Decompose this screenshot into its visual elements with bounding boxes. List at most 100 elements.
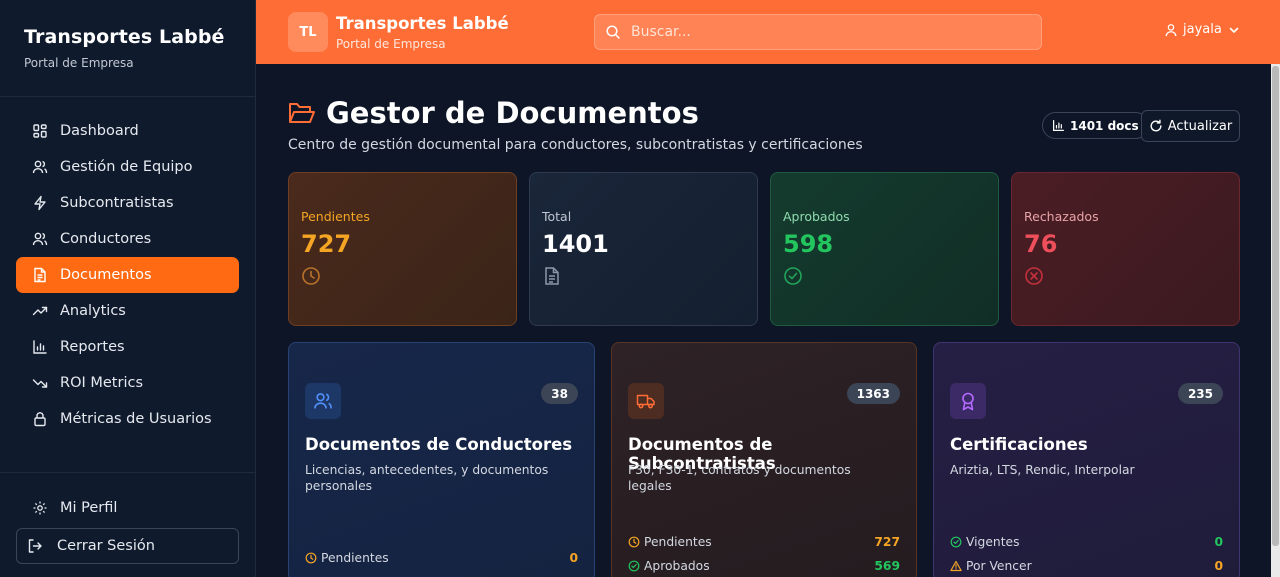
sidebar-item-roi-metrics[interactable]: ROI Metrics (16, 365, 239, 401)
stat-card-total: Total 1401 (529, 172, 758, 326)
sidebar-item-subcontratistas[interactable]: Subcontratistas (16, 185, 239, 221)
award-icon (950, 383, 986, 419)
sidebar: Transportes Labbé Portal de Empresa Dash… (0, 0, 256, 577)
check-circle-icon (628, 560, 640, 572)
stat-label: Pendientes (301, 209, 370, 224)
card-stat-label-text: Pendientes (321, 551, 389, 565)
stat-label: Rechazados (1024, 209, 1099, 224)
folder-open-icon (288, 100, 316, 126)
stat-label: Aprobados (783, 209, 850, 224)
sidebar-item-label: Conductores (60, 231, 152, 247)
user-menu[interactable]: jayala (1164, 22, 1240, 37)
card-certificaciones[interactable]: 235 Certificaciones Ariztia, LTS, Rendic… (933, 342, 1240, 577)
sidebar-item-mi-perfil[interactable]: Mi Perfil (16, 490, 239, 526)
top-header: TL Transportes Labbé Portal de Empresa j… (256, 0, 1280, 64)
card-stat-label: Pendientes (305, 551, 389, 565)
count-badge: 235 (1177, 383, 1223, 404)
card-stat-row: Vigentes 0 (950, 535, 1223, 549)
sidebar-item-metricas-usuarios[interactable]: Métricas de Usuarios (16, 401, 239, 437)
sidebar-item-label: Subcontratistas (60, 195, 174, 211)
sidebar-item-label: Dashboard (60, 123, 139, 139)
clock-icon (305, 552, 317, 564)
sidebar-item-documentos[interactable]: Documentos (16, 257, 239, 293)
brand-title: Transportes Labbé (24, 26, 225, 48)
sidebar-item-label: Analytics (60, 303, 126, 319)
card-stat-value: 569 (874, 559, 900, 573)
refresh-label: Actualizar (1167, 118, 1233, 134)
sidebar-footer: Mi Perfil Cerrar Sesión (0, 472, 255, 564)
logout-label: Cerrar Sesión (57, 538, 155, 554)
company-logo: TL (288, 12, 328, 52)
sidebar-item-analytics[interactable]: Analytics (16, 293, 239, 329)
search-icon (605, 24, 621, 40)
sidebar-nav: Dashboard Gestión de Equipo Subcontratis… (0, 97, 255, 437)
sidebar-item-conductores[interactable]: Conductores (16, 221, 239, 257)
docs-count-text: 1401 docs (1070, 118, 1139, 133)
user-icon (1164, 23, 1178, 37)
bolt-icon (32, 195, 48, 211)
stat-value: 727 (301, 230, 352, 258)
sidebar-brand: Transportes Labbé Portal de Empresa (0, 0, 255, 97)
brand-subtitle: Portal de Empresa (24, 56, 134, 70)
stat-value: 1401 (542, 230, 609, 258)
refresh-button[interactable]: Actualizar (1141, 110, 1240, 142)
card-stat-value: 0 (1214, 559, 1223, 573)
chevron-down-icon (1228, 24, 1240, 36)
trending-down-icon (32, 375, 48, 391)
card-stat-value: 727 (874, 535, 900, 549)
card-description: Ariztia, LTS, Rendic, Interpolar (950, 463, 1135, 477)
bar-chart-icon (1052, 119, 1065, 132)
card-stat-value: 0 (1214, 535, 1223, 549)
card-documentos-conductores[interactable]: 38 Documentos de Conductores Licencias, … (288, 342, 595, 577)
main-content: Gestor de Documentos Centro de gestión d… (256, 64, 1271, 577)
stat-card-aprobados: Aprobados 598 (770, 172, 999, 326)
page-title: Gestor de Documentos (288, 96, 699, 130)
scrollbar-thumb[interactable] (1272, 66, 1279, 546)
stat-value: 76 (1024, 230, 1058, 258)
bar-chart-icon (32, 339, 48, 355)
card-stat-label: Aprobados (628, 559, 710, 573)
sidebar-item-label: Reportes (60, 339, 125, 355)
card-stat-label: Pendientes (628, 535, 712, 549)
truck-icon (628, 383, 664, 419)
check-circle-icon (783, 266, 803, 286)
search-box (594, 14, 1042, 50)
card-stat-label-text: Vigentes (966, 535, 1020, 549)
card-description: Licencias, antecedentes, y documentos pe… (305, 463, 549, 493)
users-icon (32, 231, 48, 247)
dashboard-icon (32, 123, 48, 139)
gear-icon (32, 500, 48, 516)
sidebar-item-label: Gestión de Equipo (60, 159, 193, 175)
sidebar-item-label: ROI Metrics (60, 375, 144, 391)
stat-label: Total (542, 209, 572, 224)
stat-card-pendientes: Pendientes 727 (288, 172, 517, 326)
clock-icon (628, 536, 640, 548)
card-documentos-subcontratistas[interactable]: 1363 Documentos de Subcontratistas F30, … (611, 342, 917, 577)
users-icon (32, 159, 48, 175)
x-circle-icon (1024, 266, 1044, 286)
card-stat-label-text: Aprobados (644, 559, 710, 573)
card-stat-label-text: Pendientes (644, 535, 712, 549)
card-stat-label: Vigentes (950, 535, 1020, 549)
search-input[interactable] (631, 24, 1031, 40)
card-title: Documentos de Conductores (305, 435, 573, 454)
page-title-text: Gestor de Documentos (326, 96, 699, 130)
sidebar-item-dashboard[interactable]: Dashboard (16, 113, 239, 149)
docs-count-badge: 1401 docs (1042, 112, 1149, 139)
sidebar-item-label: Métricas de Usuarios (60, 411, 212, 427)
count-badge: 1363 (846, 383, 900, 404)
trending-up-icon (32, 303, 48, 319)
logout-button[interactable]: Cerrar Sesión (16, 528, 239, 564)
check-circle-icon (950, 536, 962, 548)
alert-triangle-icon (950, 560, 962, 572)
card-stat-row: Por Vencer 0 (950, 559, 1223, 573)
file-icon (542, 266, 562, 286)
card-title: Certificaciones (950, 435, 1088, 454)
users-icon (305, 383, 341, 419)
count-badge: 38 (541, 383, 578, 404)
header-subtitle: Portal de Empresa (336, 37, 446, 51)
card-stat-value: 0 (569, 551, 578, 565)
sidebar-item-gestion-equipo[interactable]: Gestión de Equipo (16, 149, 239, 185)
sidebar-item-reportes[interactable]: Reportes (16, 329, 239, 365)
logout-icon (27, 538, 43, 554)
